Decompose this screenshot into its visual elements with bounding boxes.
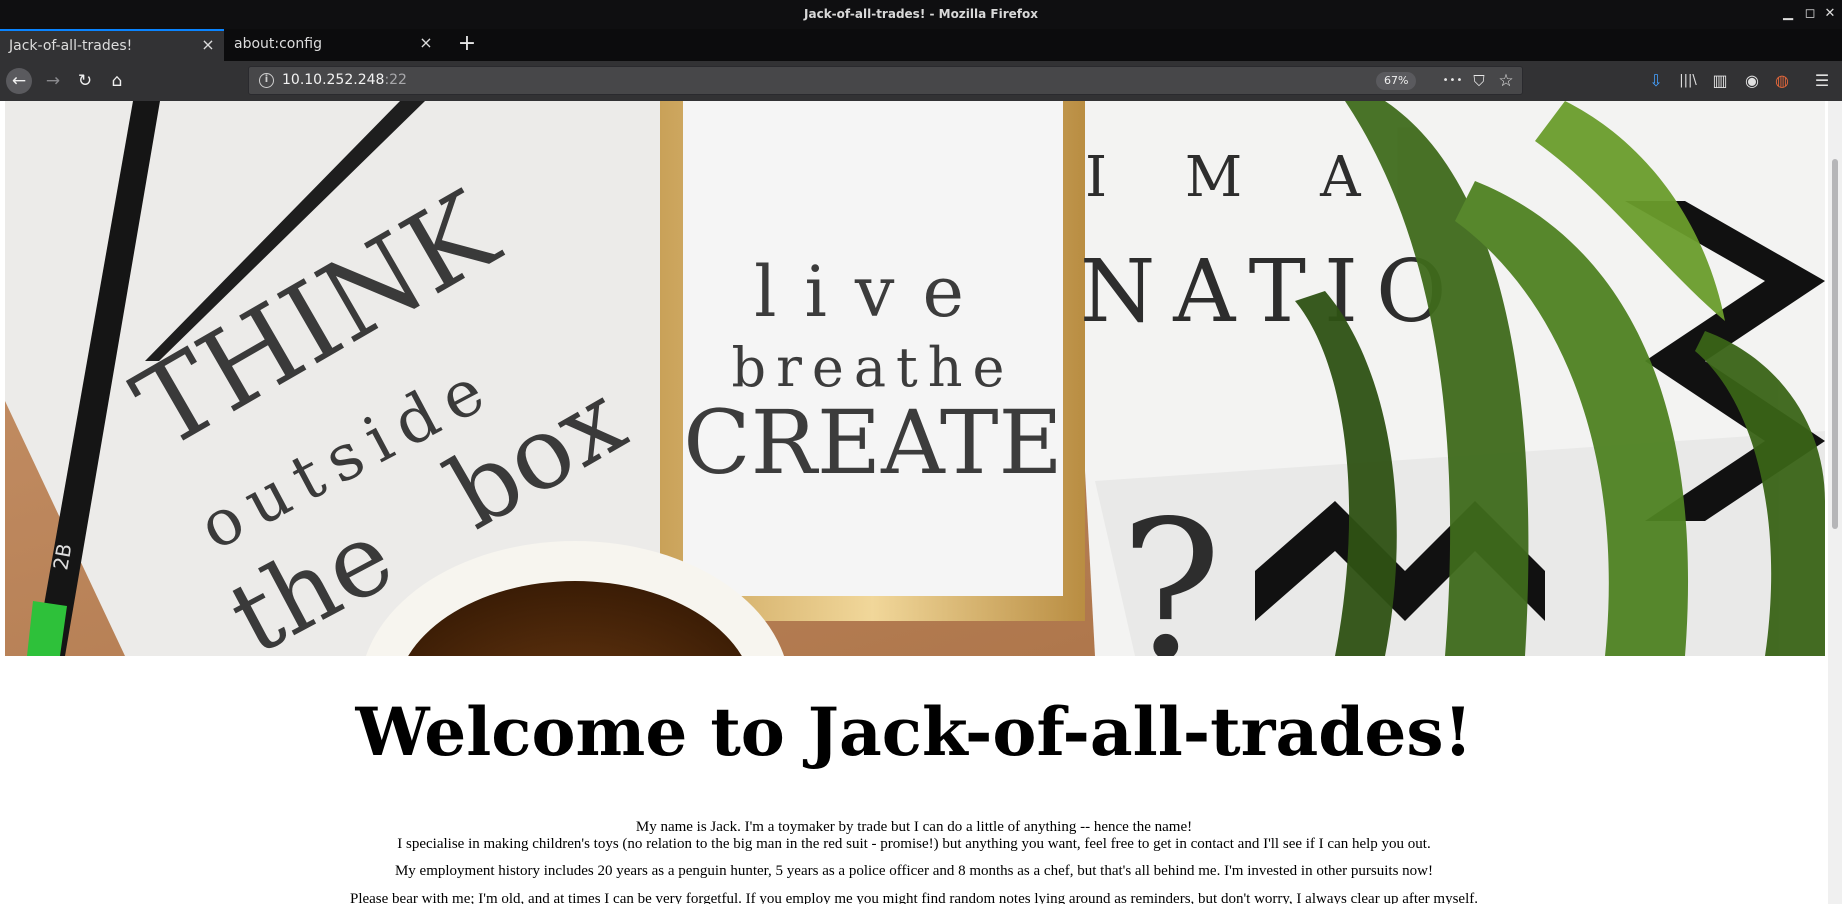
extension-icon[interactable]: ◍ bbox=[1770, 68, 1794, 94]
back-arrow-icon[interactable]: ← bbox=[6, 68, 32, 94]
sidebar-icon[interactable]: ▥ bbox=[1708, 68, 1732, 94]
url-text[interactable]: 10.10.252.248:22 bbox=[282, 72, 407, 88]
forward-arrow-icon[interactable]: → bbox=[40, 68, 66, 94]
sign-text-ima: I M A bbox=[1085, 145, 1391, 210]
close-window-icon[interactable]: ✕ bbox=[1822, 6, 1838, 22]
employment-history-text: My employment history includes 20 years … bbox=[394, 863, 1434, 879]
sign-text-question: ? bbox=[1120, 480, 1222, 656]
pencil-grade-label: 2B bbox=[48, 542, 76, 572]
tab-jack-of-all-trades[interactable]: Jack-of-all-trades! × bbox=[0, 29, 224, 61]
tab-label: about:config bbox=[234, 36, 322, 52]
url-bar[interactable]: i 10.10.252.248:22 67% ••• ⛉ ☆ bbox=[248, 66, 1523, 95]
scrollbar-thumb[interactable] bbox=[1832, 159, 1838, 529]
notes-warning-text: Please bear with me; I'm old, and at tim… bbox=[349, 891, 1479, 904]
sign-text-natio: NATIO bbox=[1080, 242, 1465, 342]
bookmark-star-icon[interactable]: ☆ bbox=[1495, 70, 1517, 92]
page-actions-icon[interactable]: ••• bbox=[1442, 70, 1464, 92]
minimize-icon[interactable]: ▁ bbox=[1780, 6, 1796, 22]
sign-text-breathe: breathe bbox=[732, 336, 1015, 399]
account-icon[interactable]: ◉ bbox=[1740, 68, 1764, 94]
site-info-icon[interactable]: i bbox=[259, 73, 274, 88]
tab-about-config[interactable]: about:config × bbox=[226, 29, 442, 61]
reload-icon[interactable]: ↻ bbox=[72, 68, 98, 94]
maximize-icon[interactable]: ◻ bbox=[1802, 6, 1818, 22]
url-host: 10.10.252.248 bbox=[282, 72, 385, 88]
window-titlebar: Jack-of-all-trades! - Mozilla Firefox ▁ … bbox=[0, 0, 1842, 29]
home-icon[interactable]: ⌂ bbox=[104, 68, 130, 94]
page-heading: Welcome to Jack-of-all-trades! bbox=[355, 693, 1473, 771]
library-icon[interactable]: |||\ bbox=[1676, 68, 1700, 94]
downloads-icon[interactable]: ⇩ bbox=[1644, 68, 1668, 94]
sign-text-create: CREATE bbox=[683, 391, 1063, 494]
close-tab-icon[interactable]: × bbox=[418, 35, 434, 51]
hero-image: THINK outside the box live breathe CREAT… bbox=[5, 101, 1825, 656]
new-tab-icon[interactable]: + bbox=[454, 32, 480, 58]
window-title: Jack-of-all-trades! - Mozilla Firefox bbox=[804, 7, 1038, 21]
tab-strip: Jack-of-all-trades! × about:config × + bbox=[0, 29, 1842, 61]
intro-line-1: My name is Jack. I'm a toymaker by trade… bbox=[635, 819, 1193, 835]
zoom-level-badge[interactable]: 67% bbox=[1376, 72, 1417, 90]
page-content: THINK outside the box live breathe CREAT… bbox=[0, 101, 1828, 904]
pocket-icon[interactable]: ⛉ bbox=[1468, 70, 1490, 92]
url-port: :22 bbox=[384, 72, 407, 88]
sign-text-live: live bbox=[754, 251, 992, 333]
navigation-toolbar: ← → ↻ ⌂ i 10.10.252.248:22 67% ••• ⛉ ☆ ⇩… bbox=[0, 61, 1842, 101]
intro-line-2: I specialise in making children's toys (… bbox=[397, 836, 1431, 852]
menu-icon[interactable]: ☰ bbox=[1810, 68, 1834, 94]
tab-label: Jack-of-all-trades! bbox=[9, 38, 133, 54]
close-tab-icon[interactable]: × bbox=[200, 37, 216, 53]
vertical-scrollbar[interactable] bbox=[1828, 101, 1842, 904]
